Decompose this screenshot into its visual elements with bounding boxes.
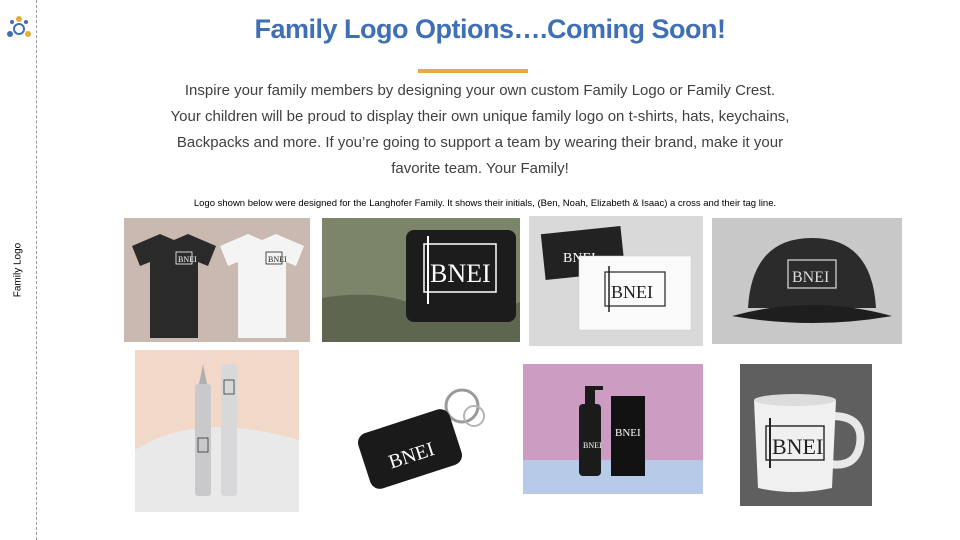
logo-text: BNEI [611,282,653,302]
logo-text: BNEI [268,255,287,264]
pen-mockup-image [135,350,299,512]
logo-text: BNEI [583,441,602,450]
intro-line: Backpacks and more. If you’re going to s… [176,134,784,151]
logo-text: BNEI [772,434,823,459]
business-card-mockup-image: BNEI BNEI [529,216,703,346]
logo-text: BNEI [792,269,829,286]
tshirt-mockup-image: BNEI BNEI [124,218,310,342]
company-logo-icon [6,16,32,42]
intro-line: Inspire your family members by designing… [184,82,776,99]
logo-caption: Logo shown below were designed for the L… [193,198,777,209]
logo-text: BNEI [615,427,641,439]
mug-mockup-image: BNEI [740,364,872,506]
cap-mockup-image: BNEI [712,218,902,344]
slide-divider-line [36,0,37,540]
title-underline [418,69,528,73]
side-section-label: Family Logo [12,242,24,298]
intro-line: Your children will be proud to display t… [170,108,790,125]
logo-text: BNEI [430,259,491,288]
soap-bottle-mockup-image: BNEI BNEI [523,364,703,494]
slide-title: Family Logo Options….Coming Soon! [254,14,726,44]
intro-paragraph: Inspire your family members by designing… [140,78,820,182]
intro-line: favorite team. Your Family! [391,160,569,177]
logo-text: BNEI [178,255,197,264]
pillow-mockup-image: BNEI [322,218,520,342]
keychain-mockup-image: BNEI [352,380,498,500]
